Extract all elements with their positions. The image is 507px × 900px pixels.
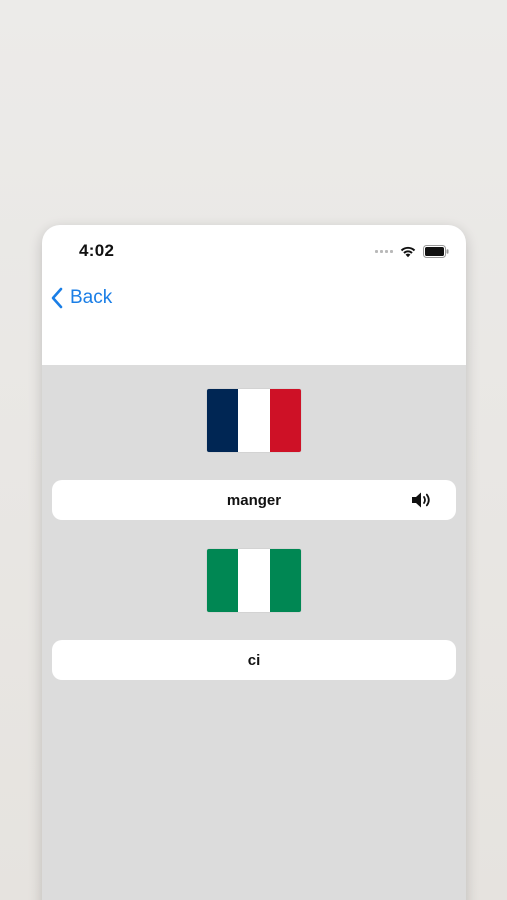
target-word-card: ci (52, 640, 456, 680)
status-icons (375, 243, 450, 259)
battery-icon (423, 244, 449, 258)
source-word-card: manger (52, 480, 456, 520)
navigation-header: 4:02 Back (42, 225, 466, 365)
nigeria-flag (207, 549, 301, 612)
status-time: 4:02 (79, 241, 115, 260)
speaker-icon[interactable] (410, 490, 434, 510)
translation-content: manger ci (42, 365, 466, 900)
chevron-left-icon (51, 287, 63, 309)
back-label: Back (70, 287, 113, 308)
source-word: manger (226, 491, 282, 509)
phone-screen: 4:02 Back manger ci (42, 225, 466, 900)
wifi-icon (400, 246, 416, 258)
target-word: ci (247, 651, 261, 669)
france-flag (207, 389, 301, 452)
cellular-signal-icon (375, 249, 393, 253)
back-button[interactable]: Back (50, 287, 112, 309)
